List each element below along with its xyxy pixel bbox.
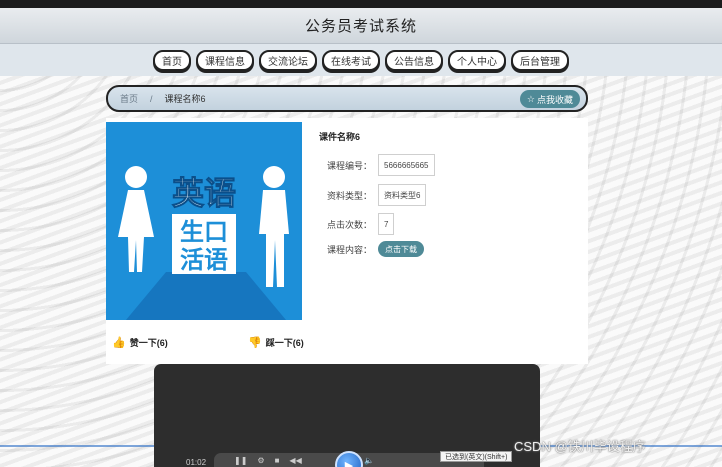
nav-item-forum[interactable]: 交流论坛 — [259, 49, 317, 71]
download-button[interactable]: 点击下载 — [378, 241, 425, 257]
nav-item-notices[interactable]: 公告信息 — [385, 49, 443, 71]
field-label: 课程编号： — [327, 160, 373, 171]
settings-icon[interactable]: ⚙ — [257, 456, 264, 465]
breadcrumb: 首页 / 课程名称6 ☆ 点我收藏 — [106, 85, 588, 112]
course-detail-panel: 英语 生口 活语 👍 赞一下(6) 👎 踩一下(6) 课件名称6 课程编号： 5… — [106, 118, 588, 364]
nav-item-exam[interactable]: 在线考试 — [322, 49, 380, 71]
thumbs-down-icon: 👎 — [248, 337, 262, 349]
player-time: 01:02 — [186, 458, 207, 467]
breadcrumb-home[interactable]: 首页 — [120, 92, 138, 105]
window-top-bar — [0, 0, 722, 8]
course-cover-image: 英语 生口 活语 — [106, 122, 302, 320]
site-header: 公务员考试系统 — [0, 8, 722, 44]
downvote-button[interactable]: 👎 踩一下(6) — [248, 336, 304, 349]
nav-item-home[interactable]: 首页 — [153, 49, 191, 71]
course-name: 课件名称6 — [319, 132, 361, 142]
course-info: 课件名称6 — [319, 130, 360, 143]
pause-icon[interactable]: ❚❚ — [234, 456, 247, 465]
field-label: 资料类型： — [327, 190, 373, 201]
field-value: 7 — [378, 213, 395, 235]
star-icon: ☆ — [526, 93, 535, 104]
volume-icon[interactable]: 🔈 — [364, 456, 374, 465]
cover-text-top: 英语 — [172, 174, 236, 212]
course-field-type: 资料类型： 资料类型6 — [327, 184, 427, 206]
breadcrumb-current: 课程名称6 — [164, 94, 206, 104]
thumbs-up-icon: 👍 — [112, 337, 126, 349]
main-nav: 首页 课程信息 交流论坛 在线考试 公告信息 个人中心 后台管理 — [0, 44, 722, 76]
field-label: 课程内容： — [327, 244, 373, 255]
breadcrumb-separator: / — [150, 93, 153, 104]
nav-item-courses[interactable]: 课程信息 — [196, 49, 254, 71]
upvote-button[interactable]: 👍 赞一下(6) — [112, 336, 168, 349]
watermark: CSDN @铁川毕设程序 — [514, 439, 646, 454]
nav-item-profile[interactable]: 个人中心 — [448, 49, 506, 71]
stop-icon[interactable]: ■ — [275, 456, 280, 465]
play-icon: ▶ — [344, 459, 354, 467]
cover-illustration: 英语 生口 活语 — [118, 166, 289, 320]
field-value: 5666665665 — [378, 154, 435, 176]
course-field-content: 课程内容： 点击下载 — [327, 241, 425, 257]
favorite-button[interactable]: ☆ 点我收藏 — [519, 90, 580, 108]
course-field-code: 课程编号： 5666665665 — [327, 154, 435, 176]
player-tooltip: 已选到(英文)(Shift+) — [440, 451, 513, 462]
field-value: 资料类型6 — [378, 184, 427, 206]
rewind-icon[interactable]: ◀◀ — [289, 456, 301, 465]
nav-item-admin[interactable]: 后台管理 — [511, 49, 569, 71]
downvote-label: 踩一下(6) — [265, 338, 304, 348]
field-label: 点击次数： — [327, 219, 373, 230]
upvote-label: 赞一下(6) — [129, 338, 168, 348]
favorite-button-label: 点我收藏 — [536, 94, 573, 105]
cover-text-bottom-2: 活语 — [180, 246, 228, 274]
site-title: 公务员考试系统 — [304, 18, 417, 35]
cover-text-bottom-1: 生口 — [180, 218, 228, 246]
course-field-clicks: 点击次数： 7 — [327, 213, 395, 235]
